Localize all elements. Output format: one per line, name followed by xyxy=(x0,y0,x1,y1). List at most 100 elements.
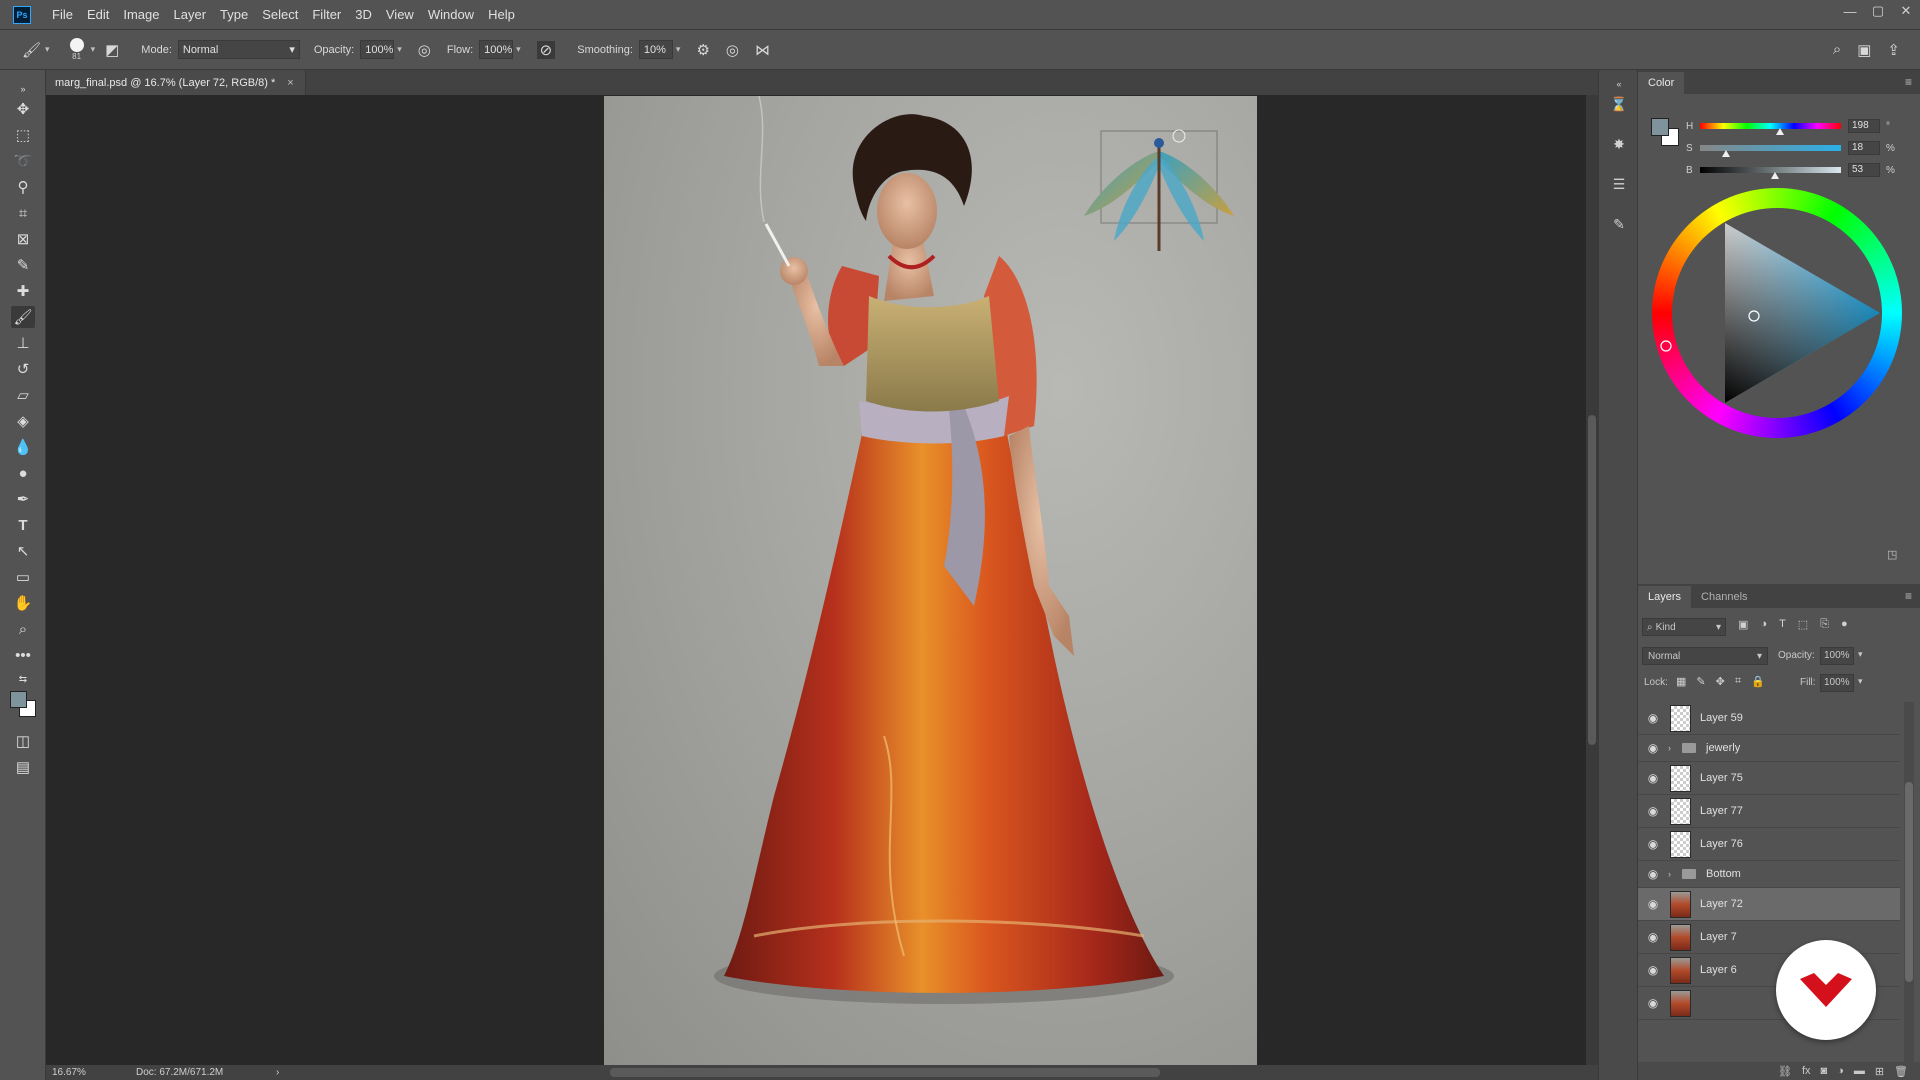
zoom-level[interactable]: 16.67% xyxy=(52,1067,122,1078)
search-icon[interactable]: ⌕ xyxy=(1833,41,1841,59)
type-tool-icon[interactable]: T xyxy=(11,514,35,536)
brightness-slider[interactable] xyxy=(1700,167,1841,179)
path-select-tool-icon[interactable]: ↖ xyxy=(11,540,35,562)
lock-all-icon[interactable]: 🔒 xyxy=(1751,675,1765,688)
lock-position-icon[interactable]: ✥ xyxy=(1716,675,1725,688)
chevron-down-icon[interactable]: ▾ xyxy=(45,44,50,55)
trash-icon[interactable]: 🗑 xyxy=(1894,1065,1908,1078)
menu-window[interactable]: Window xyxy=(421,0,481,30)
zoom-tool-icon[interactable]: ⌕ xyxy=(11,618,35,640)
brightness-input[interactable]: 53 xyxy=(1848,163,1880,177)
type-filter-icon[interactable]: T xyxy=(1779,618,1786,631)
stamp-tool-icon[interactable]: ⊥ xyxy=(11,332,35,354)
vertical-scrollbar[interactable] xyxy=(1586,95,1598,1065)
lock-artboard-icon[interactable]: ⌗ xyxy=(1735,675,1741,688)
menu-select[interactable]: Select xyxy=(255,0,305,30)
layer-row[interactable]: ◉ Layer 7 xyxy=(1638,921,1900,954)
status-menu-arrow[interactable]: › xyxy=(276,1067,279,1078)
layer-row[interactable]: ◉ Layer 59 xyxy=(1638,702,1900,735)
adjustments-panel-icon[interactable]: ☰ xyxy=(1607,172,1631,196)
screen-mode-icon[interactable]: ▤ xyxy=(11,756,35,778)
quick-select-tool-icon[interactable]: ⚲ xyxy=(11,176,35,198)
hue-knob[interactable] xyxy=(1776,128,1784,135)
brush-size-picker[interactable]: 81 xyxy=(69,38,84,61)
close-window-button[interactable]: ✕ xyxy=(1892,0,1920,22)
eye-icon[interactable]: ◉ xyxy=(1638,930,1668,944)
layer-opacity-input[interactable]: 100% xyxy=(1820,647,1854,665)
marquee-tool-icon[interactable]: ⬚ xyxy=(11,124,35,146)
scroll-thumb[interactable] xyxy=(1588,415,1596,745)
pressure-size-icon[interactable]: ◎ xyxy=(726,41,739,59)
paint-bucket-tool-icon[interactable]: ◈ xyxy=(11,410,35,432)
collapse-icon[interactable]: » xyxy=(11,78,35,100)
saturation-slider[interactable] xyxy=(1700,145,1841,157)
symmetry-icon[interactable]: ⋈ xyxy=(755,41,770,59)
healing-tool-icon[interactable]: ✚ xyxy=(11,280,35,302)
chevron-down-icon[interactable]: ▾ xyxy=(676,44,681,55)
brush-tool-icon[interactable]: 🖌 xyxy=(11,306,35,328)
new-group-icon[interactable]: ▬ xyxy=(1854,1065,1865,1077)
eye-icon[interactable]: ◉ xyxy=(1638,867,1668,881)
add-mask-icon[interactable]: ◙ xyxy=(1821,1065,1828,1077)
chevron-down-icon[interactable]: ▾ xyxy=(91,44,96,55)
menu-edit[interactable]: Edit xyxy=(80,0,116,30)
eyedropper-tool-icon[interactable]: ✎ xyxy=(11,254,35,276)
chevron-right-icon[interactable]: › xyxy=(1668,869,1678,879)
adjustment-filter-icon[interactable]: ◑ xyxy=(1760,618,1767,631)
eye-icon[interactable]: ◉ xyxy=(1638,741,1668,755)
menu-3d[interactable]: 3D xyxy=(348,0,379,30)
chevron-down-icon[interactable]: ▾ xyxy=(1858,649,1863,660)
gear-icon[interactable]: ⚙ xyxy=(696,41,709,59)
eye-icon[interactable]: ◉ xyxy=(1638,963,1668,977)
fx-icon[interactable]: fx xyxy=(1802,1065,1811,1077)
chevron-down-icon[interactable]: ▾ xyxy=(516,44,521,55)
frame-tool-icon[interactable]: ⊠ xyxy=(11,228,35,250)
lock-pixels-icon[interactable]: ✎ xyxy=(1696,675,1705,688)
scroll-thumb[interactable] xyxy=(1905,782,1913,982)
dodge-tool-icon[interactable]: ● xyxy=(11,462,35,484)
brush-settings-panel-icon[interactable]: ✸ xyxy=(1607,132,1631,156)
blend-mode-select[interactable]: Normal ▾ xyxy=(1642,647,1768,665)
layer-row[interactable]: ◉ Layer 77 xyxy=(1638,795,1900,828)
workspace-icon[interactable]: ▣ xyxy=(1857,41,1871,59)
tab-channels[interactable]: Channels xyxy=(1691,586,1757,608)
airbrush-icon[interactable]: ⊘ xyxy=(536,40,556,59)
eraser-tool-icon[interactable]: ▱ xyxy=(11,384,35,406)
panel-menu-icon[interactable]: ≡ xyxy=(1905,589,1912,603)
menu-filter[interactable]: Filter xyxy=(305,0,348,30)
smoothing-input[interactable]: 10% xyxy=(638,40,673,59)
layer-group-row[interactable]: ◉ › Bottom xyxy=(1638,861,1900,888)
flow-input[interactable]: 100% xyxy=(479,40,514,59)
hue-input[interactable]: 198 xyxy=(1848,119,1880,133)
crop-tool-icon[interactable]: ⌗ xyxy=(11,202,35,224)
chevron-down-icon[interactable]: ▾ xyxy=(1858,676,1863,687)
tab-layers[interactable]: Layers xyxy=(1638,586,1692,608)
quick-mask-icon[interactable]: ◫ xyxy=(11,730,35,752)
lock-transparency-icon[interactable]: ▦ xyxy=(1676,675,1686,688)
menu-help[interactable]: Help xyxy=(481,0,522,30)
horizontal-scrollbar[interactable] xyxy=(610,1068,1160,1077)
color-swatches[interactable] xyxy=(10,691,38,719)
blur-tool-icon[interactable]: 💧 xyxy=(11,436,35,458)
maximize-button[interactable]: ▢ xyxy=(1864,0,1892,22)
layer-group-row[interactable]: ◉ › jewerly xyxy=(1638,735,1900,762)
eye-icon[interactable]: ◉ xyxy=(1638,711,1668,725)
menu-view[interactable]: View xyxy=(379,0,421,30)
saturation-input[interactable]: 18 xyxy=(1848,141,1880,155)
link-layers-icon[interactable]: ⛓ xyxy=(1778,1065,1792,1078)
eye-icon[interactable]: ◉ xyxy=(1638,804,1668,818)
share-icon[interactable]: ⇪ xyxy=(1887,41,1900,59)
pen-tool-icon[interactable]: ✒ xyxy=(11,488,35,510)
menu-file[interactable]: File xyxy=(45,0,80,30)
saturation-knob[interactable] xyxy=(1722,150,1730,157)
panel-menu-icon[interactable]: ≡ xyxy=(1905,75,1912,89)
eye-icon[interactable]: ◉ xyxy=(1638,897,1668,911)
layers-scrollbar[interactable] xyxy=(1904,702,1914,1062)
brightness-knob[interactable] xyxy=(1771,172,1779,179)
shape-filter-icon[interactable]: ⬚ xyxy=(1798,618,1808,631)
menu-image[interactable]: Image xyxy=(116,0,166,30)
layer-filter-select[interactable]: ⌕ Kind ▾ xyxy=(1642,618,1726,636)
minimize-button[interactable]: — xyxy=(1836,0,1864,22)
layer-row[interactable]: ◉ Layer 76 xyxy=(1638,828,1900,861)
smart-object-filter-icon[interactable]: ⎘ xyxy=(1820,618,1829,631)
